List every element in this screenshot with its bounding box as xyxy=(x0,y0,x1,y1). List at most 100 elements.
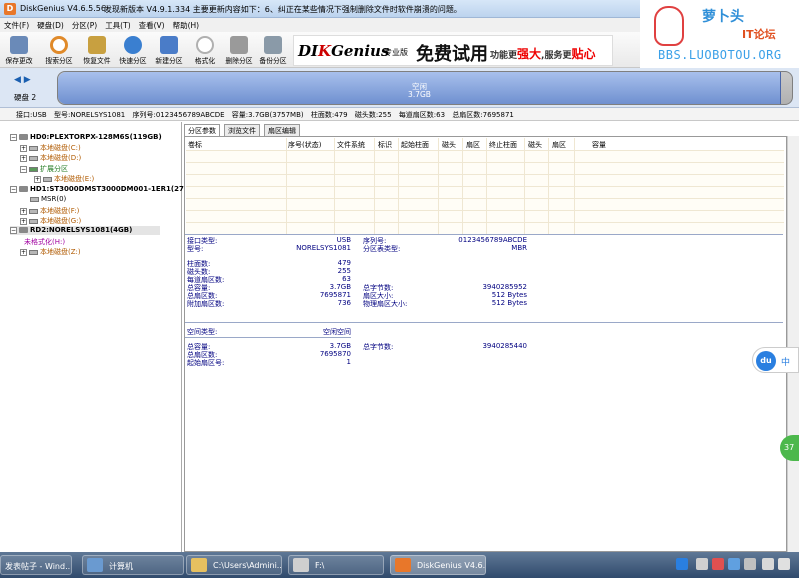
logo-name: 萝卜头 xyxy=(702,9,744,25)
col-start-sector[interactable]: 扇区 xyxy=(466,140,480,150)
banner-free-trial: 免费试用 xyxy=(416,44,488,65)
taskbar: 发表帖子 - Wind... 计算机 C:\Users\Admini... F:… xyxy=(0,552,799,578)
recover-files-button[interactable]: 恢复文件 xyxy=(80,34,114,66)
prev-disk-button[interactable]: ◀ xyxy=(14,75,21,85)
detail-capacity-value: 3.7GB xyxy=(329,283,351,291)
search-partition-button[interactable]: 搜索分区 xyxy=(42,34,76,66)
free-space-size: 3.7GB xyxy=(408,90,431,99)
hard-disk-icon xyxy=(19,186,28,192)
delete-partition-button[interactable]: 删除分区 xyxy=(222,34,256,66)
format-button[interactable]: 格式化 xyxy=(188,34,222,66)
col-end-cylinder[interactable]: 终止柱面 xyxy=(489,140,517,150)
tree-hd0[interactable]: − HD0:PLEXTORPX-128M6S(119GB) xyxy=(10,133,162,142)
detail-start-sector-value: 1 xyxy=(346,358,351,366)
backup-partition-button[interactable]: 备份分区 xyxy=(256,34,290,66)
input-language: 中 xyxy=(781,358,791,368)
next-disk-button[interactable]: ▶ xyxy=(24,75,31,85)
tab-sector-edit[interactable]: 扇区编辑 xyxy=(264,124,300,136)
expand-icon[interactable]: + xyxy=(20,248,27,256)
keyboard-icon[interactable] xyxy=(696,558,708,570)
collapse-icon[interactable]: − xyxy=(10,185,17,193)
tree-hd0-e[interactable]: + 本地磁盘(E:) xyxy=(34,174,94,183)
tree-local-z[interactable]: + 本地磁盘(Z:) xyxy=(20,247,81,256)
tree-unformatted-h[interactable]: 未格式化(H:) xyxy=(24,237,65,246)
taskbar-item-explorer[interactable]: C:\Users\Admini... xyxy=(186,555,282,575)
menu-partition[interactable]: 分区(P) xyxy=(68,18,101,33)
partition-icon xyxy=(30,196,39,202)
menu-help[interactable]: 帮助(H) xyxy=(169,18,204,33)
tree-hd1-g[interactable]: + 本地磁盘(G:) xyxy=(20,216,81,225)
tree-hd0-ext[interactable]: − 扩展分区 xyxy=(20,164,68,173)
detail-start-sector-key: 起始扇区号: xyxy=(187,359,225,367)
partition-icon xyxy=(43,176,52,182)
du-icon: du xyxy=(756,351,776,371)
expand-icon[interactable]: + xyxy=(20,154,27,162)
tree-hd0-c[interactable]: + 本地磁盘(C:) xyxy=(20,143,81,152)
usb-disk-icon xyxy=(19,227,28,233)
input-method-widget[interactable]: du 中 xyxy=(752,347,799,373)
recover-files-icon xyxy=(88,36,106,54)
detail-sectors-value: 7695871 xyxy=(319,291,351,299)
extended-partition-icon xyxy=(29,166,38,172)
col-file-system[interactable]: 文件系统 xyxy=(337,140,365,150)
col-capacity[interactable]: 容量 xyxy=(592,140,606,150)
collapse-icon[interactable]: − xyxy=(10,226,17,234)
expand-icon[interactable]: + xyxy=(20,144,27,152)
col-id[interactable]: 标识 xyxy=(378,140,392,150)
quick-partition-icon xyxy=(124,36,142,54)
tree-hd1-f[interactable]: + 本地磁盘(F:) xyxy=(20,206,79,215)
format-icon xyxy=(196,36,214,54)
expand-icon[interactable]: + xyxy=(34,175,41,183)
expand-icon[interactable]: + xyxy=(20,207,27,215)
menu-disk[interactable]: 硬盘(D) xyxy=(33,18,68,33)
du-tray-icon[interactable] xyxy=(676,558,688,570)
volume-icon[interactable] xyxy=(762,558,774,570)
detail-extra-sectors-key: 附加扇区数: xyxy=(187,300,225,308)
disk-bar[interactable]: 空闲 3.7GB xyxy=(57,71,793,105)
taskbar-item-drive-f[interactable]: F:\ xyxy=(288,555,384,575)
menu-view[interactable]: 查看(V) xyxy=(135,18,169,33)
taskbar-item-computer[interactable]: 计算机 xyxy=(82,555,184,575)
promo-banner[interactable]: DIKGenius 专业版 免费试用 功能更强大,服务更贴心 xyxy=(293,35,613,66)
partition-grid[interactable]: 卷标 序号(状态) 文件系统 标识 起始柱面 磁头 扇区 终止柱面 磁头 扇区 … xyxy=(186,138,784,234)
usb-device-icon[interactable] xyxy=(744,558,756,570)
col-start-cylinder[interactable]: 起始柱面 xyxy=(401,140,429,150)
new-partition-button[interactable]: 新建分区 xyxy=(152,34,186,66)
col-end-head[interactable]: 磁头 xyxy=(528,140,542,150)
info-heads: 磁头数:255 xyxy=(354,111,392,119)
tree-hd1[interactable]: − HD1:ST3000DMST3000DM001-1ER1(279 xyxy=(10,185,189,194)
security-icon[interactable] xyxy=(712,558,724,570)
free-space-block[interactable]: 空闲 3.7GB xyxy=(58,72,781,104)
collapse-icon[interactable]: − xyxy=(10,133,17,141)
col-start-head[interactable]: 磁头 xyxy=(442,140,456,150)
info-interface: 接口:USB xyxy=(16,111,47,119)
tree-hd1-msr[interactable]: MSR(0) xyxy=(28,195,66,204)
quick-partition-button[interactable]: 快速分区 xyxy=(116,34,150,66)
taskbar-item-diskgenius[interactable]: DiskGenius V4.6... xyxy=(390,555,486,575)
expand-icon[interactable]: + xyxy=(20,217,27,225)
app-icon: D xyxy=(4,3,16,15)
tree-rd2[interactable]: − RD2:NORELSYS1081(4GB) xyxy=(10,226,160,235)
logo-url: BBS.LUOBOTOU.ORG xyxy=(658,48,782,62)
network-icon[interactable] xyxy=(728,558,740,570)
detail-model-value: NORELSYS1081 xyxy=(296,244,351,252)
col-index-status[interactable]: 序号(状态) xyxy=(288,140,321,150)
vertical-scrollbar[interactable] xyxy=(787,136,799,552)
taskbar-item-post[interactable]: 发表帖子 - Wind... xyxy=(0,555,72,575)
update-notice[interactable]: 发现新版本 V4.9.1.334 主要更新内容如下：6、纠正在某些情况下强制删除… xyxy=(104,4,462,15)
tree-hd0-d[interactable]: + 本地磁盘(D:) xyxy=(20,153,81,162)
logo-sub: IT论坛 xyxy=(742,28,776,41)
menu-tools[interactable]: 工具(T) xyxy=(101,18,134,33)
info-cylinders: 柱面数:479 xyxy=(310,111,348,119)
tab-partition-params[interactable]: 分区参数 xyxy=(184,124,220,136)
collapse-icon[interactable]: − xyxy=(20,165,27,173)
save-button[interactable]: 保存更改 xyxy=(2,34,36,66)
flag-icon[interactable] xyxy=(778,558,790,570)
menu-file[interactable]: 文件(F) xyxy=(0,18,33,33)
detail-heads-value: 255 xyxy=(337,267,351,275)
tab-browse-files[interactable]: 浏览文件 xyxy=(224,124,260,136)
network-speed-widget[interactable]: 37 xyxy=(780,435,799,461)
col-end-sector[interactable]: 扇区 xyxy=(552,140,566,150)
col-volume-label[interactable]: 卷标 xyxy=(188,140,202,150)
partition-icon xyxy=(29,208,38,214)
